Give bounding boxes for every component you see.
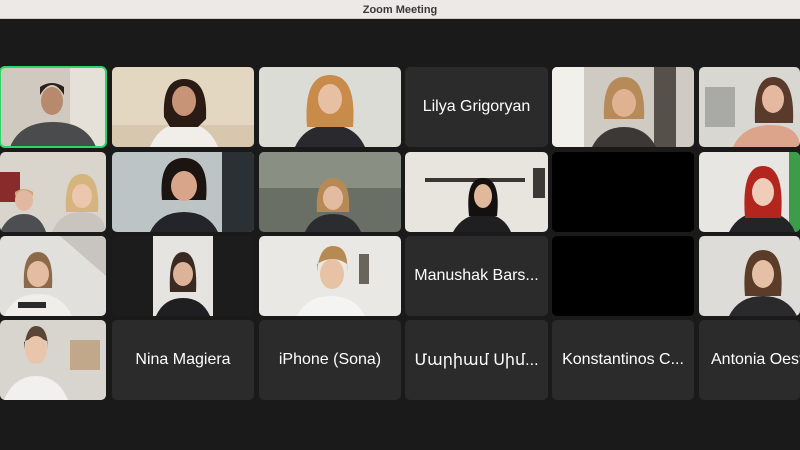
participant-name-tile[interactable]: Մարիամ Սիմ... xyxy=(405,320,548,400)
participant-name: Մարիամ Սիմ... xyxy=(414,352,539,369)
participant-name-tile[interactable]: Manushak Bars... xyxy=(405,236,548,316)
participant-name: Lilya Grigoryan xyxy=(422,98,531,115)
participant-name: Antonia Oest xyxy=(711,351,800,368)
video-feed xyxy=(405,152,548,232)
participant-video-tile[interactable] xyxy=(112,152,254,232)
participant-video-tile[interactable] xyxy=(112,67,254,147)
participant-video-tile[interactable] xyxy=(699,236,800,316)
video-feed xyxy=(259,152,401,232)
participant-name-tile[interactable]: Lilya Grigoryan xyxy=(405,67,548,147)
gallery-view: Lilya Grigoryan Manushak Bars... Nina Ma… xyxy=(0,19,800,450)
video-feed xyxy=(699,236,800,316)
participant-video-off-tile[interactable] xyxy=(552,152,694,232)
participant-video-tile[interactable] xyxy=(259,236,401,316)
participant-name: Nina Magiera xyxy=(135,351,231,368)
participant-video-tile[interactable] xyxy=(552,67,694,147)
video-feed xyxy=(0,67,106,147)
participant-name-tile[interactable]: iPhone (Sona) xyxy=(259,320,401,400)
video-feed xyxy=(699,152,800,232)
participant-name-tile[interactable]: Konstantinos C... xyxy=(552,320,694,400)
video-feed xyxy=(112,67,254,147)
participant-video-tile[interactable] xyxy=(699,67,800,147)
video-feed xyxy=(112,236,254,316)
participant-name-tile[interactable]: Nina Magiera xyxy=(112,320,254,400)
participant-video-tile[interactable] xyxy=(699,152,800,232)
participant-video-tile[interactable] xyxy=(0,236,106,316)
participant-video-tile[interactable] xyxy=(259,152,401,232)
video-feed xyxy=(699,67,800,147)
participant-video-tile[interactable] xyxy=(0,320,106,400)
video-feed xyxy=(0,152,106,232)
window-titlebar: Zoom Meeting xyxy=(0,0,800,19)
video-feed xyxy=(552,67,694,147)
video-feed xyxy=(259,67,401,147)
participant-video-tile[interactable] xyxy=(405,152,548,232)
video-feed xyxy=(0,320,106,400)
participant-name-tile[interactable]: Antonia Oest xyxy=(699,320,800,400)
participant-name: Manushak Bars... xyxy=(414,267,539,284)
participant-video-tile[interactable] xyxy=(0,66,107,148)
video-feed xyxy=(259,236,401,316)
participant-name: Konstantinos C... xyxy=(562,351,684,368)
participant-video-tile[interactable] xyxy=(0,152,106,232)
video-feed xyxy=(0,236,106,316)
participant-video-off-tile[interactable] xyxy=(552,236,694,316)
participant-video-tile[interactable] xyxy=(112,236,254,316)
window-title: Zoom Meeting xyxy=(362,4,438,16)
participant-video-tile[interactable] xyxy=(259,67,401,147)
video-feed xyxy=(112,152,254,232)
participant-name: iPhone (Sona) xyxy=(278,351,382,368)
